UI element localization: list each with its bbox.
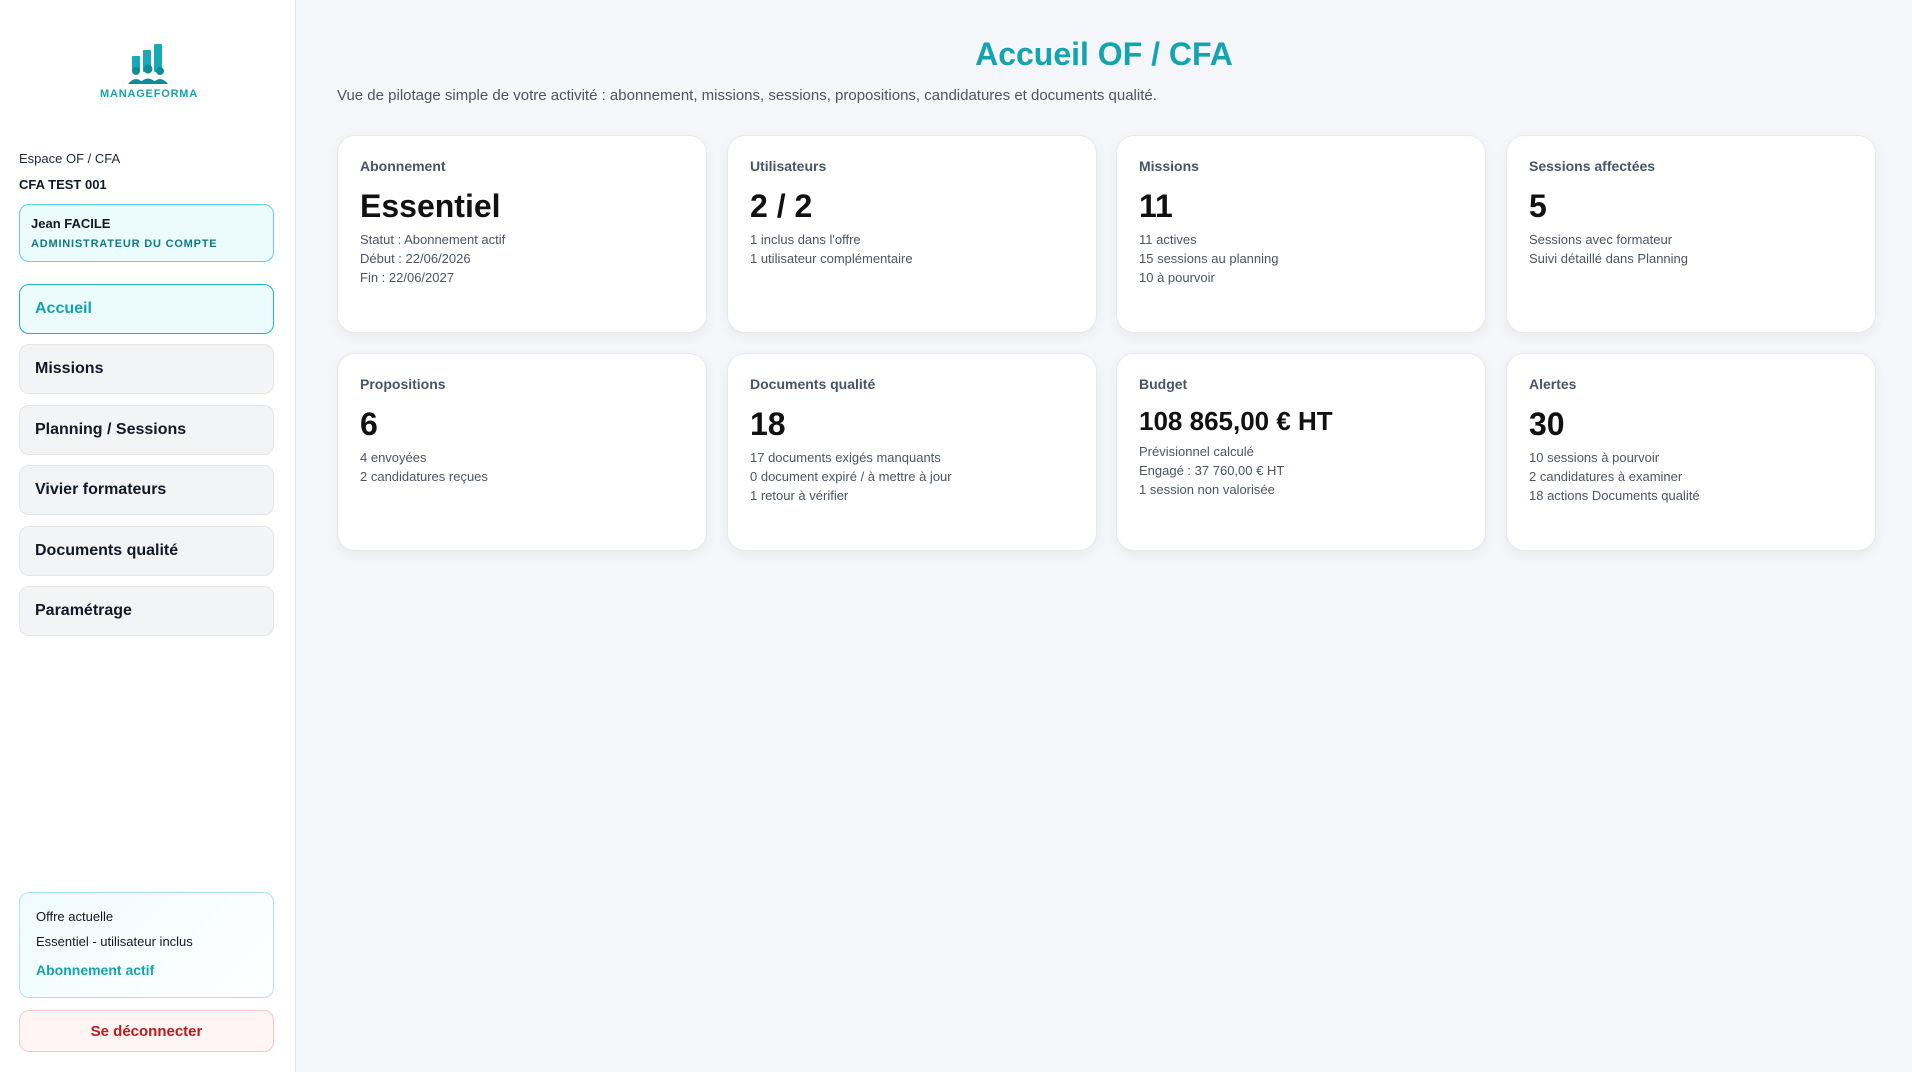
- card-line: Engagé : 37 760,00 € HT: [1139, 463, 1285, 478]
- card-line: Fin : 22/06/2027: [360, 270, 454, 285]
- card-alertes: Alertes 30 10 sessions à pourvoir 2 cand…: [1506, 353, 1876, 551]
- sidebar: MANAGEFORMA Espace OF / CFA CFA TEST 001…: [0, 0, 296, 1072]
- brand-logo[interactable]: MANAGEFORMA: [100, 44, 199, 100]
- card-value: 18: [750, 406, 786, 442]
- card-value: 30: [1529, 406, 1565, 442]
- card-line: 0 document expiré / à mettre à jour: [750, 469, 952, 484]
- card-line: Début : 22/06/2026: [360, 251, 471, 266]
- card-value: 2 / 2: [750, 188, 813, 224]
- space-label: Espace OF / CFA: [19, 151, 121, 166]
- card-line: 1 inclus dans l'offre: [750, 232, 861, 247]
- user-card: Jean FACILE ADMINISTRATEUR DU COMPTE: [19, 204, 274, 262]
- card-value: 6: [360, 406, 378, 442]
- card-propositions: Propositions 6 4 envoyées 2 candidatures…: [337, 353, 707, 551]
- nav-item-planning-sessions[interactable]: Planning / Sessions: [19, 405, 274, 455]
- user-role: ADMINISTRATEUR DU COMPTE: [31, 238, 218, 250]
- logo-icon: [128, 44, 168, 84]
- card-line: Prévisionnel calculé: [1139, 444, 1254, 459]
- offer-title: Offre actuelle: [36, 909, 114, 924]
- offer-status: Abonnement actif: [36, 962, 155, 978]
- card-line: 2 candidatures reçues: [360, 469, 488, 484]
- card-label: Abonnement: [360, 158, 446, 174]
- card-line: 1 session non valorisée: [1139, 482, 1275, 497]
- nav-item-documents-qualite[interactable]: Documents qualité: [19, 526, 274, 576]
- nav-item-accueil[interactable]: Accueil: [19, 284, 274, 334]
- card-line: 17 documents exigés manquants: [750, 450, 941, 465]
- card-label: Sessions affectées: [1529, 158, 1656, 174]
- card-line: 10 à pourvoir: [1139, 270, 1215, 285]
- card-label: Budget: [1139, 376, 1188, 392]
- card-documents-qualite: Documents qualité 18 17 documents exigés…: [727, 353, 1097, 551]
- card-label: Utilisateurs: [750, 158, 827, 174]
- card-label: Propositions: [360, 376, 446, 392]
- card-line: Suivi détaillé dans Planning: [1529, 251, 1688, 266]
- page-title: Accueil OF / CFA: [975, 36, 1233, 72]
- logout-button[interactable]: Se déconnecter: [19, 1010, 274, 1052]
- user-name: Jean FACILE: [31, 216, 111, 231]
- card-label: Documents qualité: [750, 376, 876, 392]
- space-name: CFA TEST 001: [19, 177, 107, 192]
- nav-item-parametrage[interactable]: Paramétrage: [19, 586, 274, 636]
- card-line: Statut : Abonnement actif: [360, 232, 506, 247]
- card-missions: Missions 11 11 actives 15 sessions au pl…: [1116, 135, 1486, 333]
- card-value: 5: [1529, 188, 1547, 224]
- card-line: 4 envoyées: [360, 450, 427, 465]
- page-subtitle: Vue de pilotage simple de votre activité…: [337, 87, 1157, 104]
- card-line: 10 sessions à pourvoir: [1529, 450, 1660, 465]
- card-line: 15 sessions au planning: [1139, 251, 1279, 266]
- card-value: 11: [1139, 188, 1173, 224]
- card-abonnement: Abonnement Essentiel Statut : Abonnement…: [337, 135, 707, 333]
- card-line: Sessions avec formateur: [1529, 232, 1673, 247]
- offer-card: Offre actuelle Essentiel - utilisateur i…: [19, 892, 274, 998]
- card-budget: Budget 108 865,00 € HT Prévisionnel calc…: [1116, 353, 1486, 551]
- card-label: Alertes: [1529, 376, 1577, 392]
- card-line: 2 candidatures à examiner: [1529, 469, 1683, 484]
- nav-item-vivier-formateurs[interactable]: Vivier formateurs: [19, 465, 274, 515]
- brand-name: MANAGEFORMA: [100, 88, 199, 100]
- card-value: Essentiel: [360, 188, 501, 224]
- card-line: 1 retour à vérifier: [750, 488, 849, 503]
- card-value: 108 865,00 € HT: [1139, 406, 1333, 436]
- nav-item-missions[interactable]: Missions: [19, 344, 274, 394]
- card-label: Missions: [1139, 158, 1199, 174]
- card-utilisateurs: Utilisateurs 2 / 2 1 inclus dans l'offre…: [727, 135, 1097, 333]
- card-line: 18 actions Documents qualité: [1529, 488, 1700, 503]
- card-line: 1 utilisateur complémentaire: [750, 251, 913, 266]
- card-line: 11 actives: [1139, 232, 1197, 247]
- card-sessions-affectees: Sessions affectées 5 Sessions avec forma…: [1506, 135, 1876, 333]
- offer-plan: Essentiel - utilisateur inclus: [36, 934, 193, 949]
